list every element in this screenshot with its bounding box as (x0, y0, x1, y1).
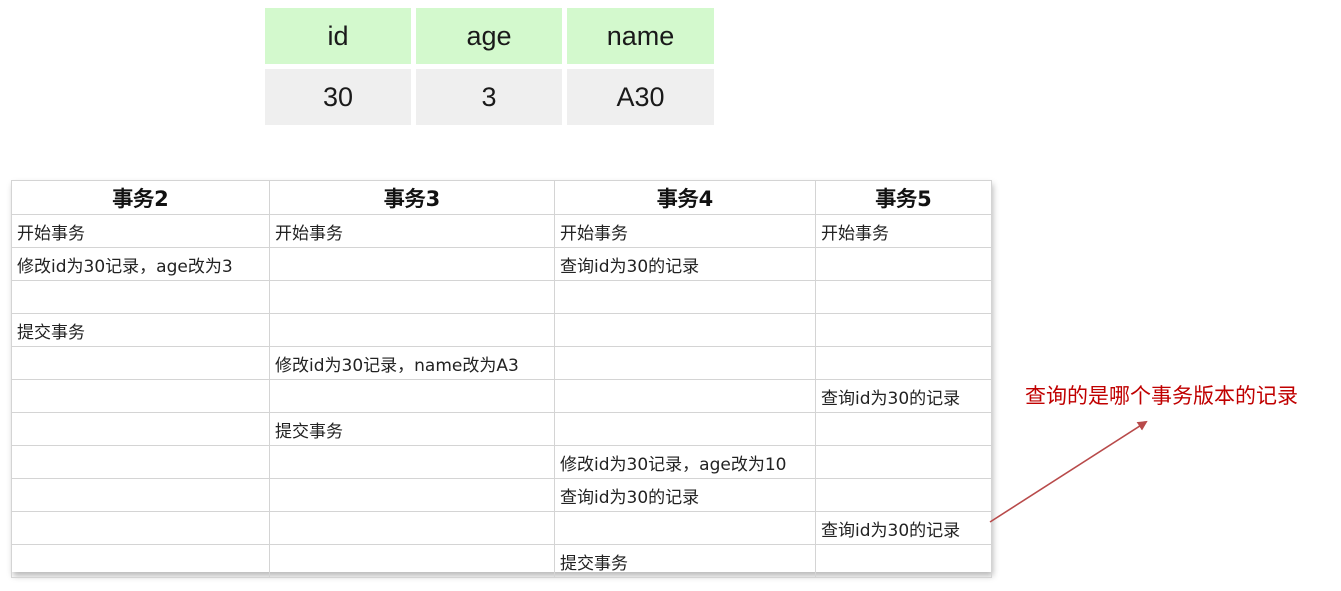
transaction-cell (11, 544, 270, 578)
transaction-row: 查询id为30的记录 (11, 379, 992, 413)
transaction-cell (11, 346, 270, 380)
transaction-row: 提交事务 (11, 544, 992, 578)
transaction-cell (11, 511, 270, 545)
transaction-cell (815, 313, 992, 347)
transaction-header-row: 事务2 事务3 事务4 事务5 (11, 180, 992, 215)
transaction-cell (11, 379, 270, 413)
transaction-cell (269, 313, 555, 347)
transaction-row: 提交事务 (11, 313, 992, 347)
transaction-cell (554, 346, 816, 380)
transaction-cell: 提交事务 (554, 544, 816, 578)
record-header-id: id (265, 8, 411, 64)
transaction-cell: 开始事务 (554, 214, 816, 248)
transaction-row: 修改id为30记录，age改为3 查询id为30的记录 (11, 247, 992, 281)
transaction-cell (11, 445, 270, 479)
record-header-name: name (567, 8, 714, 64)
record-value-name: A30 (567, 69, 714, 125)
annotation-arrow-line (989, 420, 1148, 523)
transaction-row: 修改id为30记录，age改为10 (11, 445, 992, 479)
transaction-cell (815, 280, 992, 314)
transaction-cell (11, 280, 270, 314)
transaction-cell (269, 511, 555, 545)
record-header-age: age (416, 8, 562, 64)
transaction-cell: 提交事务 (11, 313, 270, 347)
transaction-row: 提交事务 (11, 412, 992, 446)
transaction-cell: 修改id为30记录，name改为A3 (269, 346, 555, 380)
header-transaction-4: 事务4 (554, 180, 816, 215)
transaction-cell (815, 478, 992, 512)
transaction-cell (11, 412, 270, 446)
transaction-cell: 开始事务 (269, 214, 555, 248)
transaction-table-container: 事务2 事务3 事务4 事务5 开始事务 开始事务 开始事务 开始事务 修改id为30记… (11, 180, 992, 578)
transaction-cell (815, 346, 992, 380)
record-table: id age name 30 3 A30 (265, 8, 714, 125)
transaction-cell: 查询id为30的记录 (815, 511, 992, 545)
transaction-cell: 开始事务 (815, 214, 992, 248)
transaction-cell: 查询id为30的记录 (815, 379, 992, 413)
transaction-cell (269, 445, 555, 479)
transaction-cell (269, 247, 555, 281)
transaction-table: 事务2 事务3 事务4 事务5 开始事务 开始事务 开始事务 开始事务 修改id为30记… (11, 180, 992, 578)
transaction-cell (554, 412, 816, 446)
transaction-cell (815, 445, 992, 479)
header-transaction-5: 事务5 (815, 180, 992, 215)
record-value-id: 30 (265, 69, 411, 125)
transaction-cell: 修改id为30记录，age改为3 (11, 247, 270, 281)
transaction-cell (815, 412, 992, 446)
transaction-cell (554, 313, 816, 347)
transaction-cell: 查询id为30的记录 (554, 478, 816, 512)
transaction-cell (269, 544, 555, 578)
record-value-age: 3 (416, 69, 562, 125)
header-transaction-3: 事务3 (269, 180, 555, 215)
transaction-cell (554, 379, 816, 413)
transaction-cell (554, 511, 816, 545)
transaction-cell (554, 280, 816, 314)
transaction-row: 查询id为30的记录 (11, 511, 992, 545)
header-transaction-2: 事务2 (11, 180, 270, 215)
transaction-row: 开始事务 开始事务 开始事务 开始事务 (11, 214, 992, 248)
transaction-cell (269, 280, 555, 314)
transaction-cell: 提交事务 (269, 412, 555, 446)
transaction-row: 修改id为30记录，name改为A3 (11, 346, 992, 380)
transaction-row: 查询id为30的记录 (11, 478, 992, 512)
transaction-cell: 开始事务 (11, 214, 270, 248)
transaction-table-body: 开始事务 开始事务 开始事务 开始事务 修改id为30记录，age改为3 查询id为30的… (11, 214, 992, 578)
transaction-cell: 查询id为30的记录 (554, 247, 816, 281)
transaction-cell: 修改id为30记录，age改为10 (554, 445, 816, 479)
annotation-question: 查询的是哪个事务版本的记录 (1025, 384, 1298, 408)
transaction-cell (269, 379, 555, 413)
transaction-cell (815, 544, 992, 578)
transaction-row (11, 280, 992, 314)
transaction-cell (269, 478, 555, 512)
transaction-cell (815, 247, 992, 281)
transaction-cell (11, 478, 270, 512)
